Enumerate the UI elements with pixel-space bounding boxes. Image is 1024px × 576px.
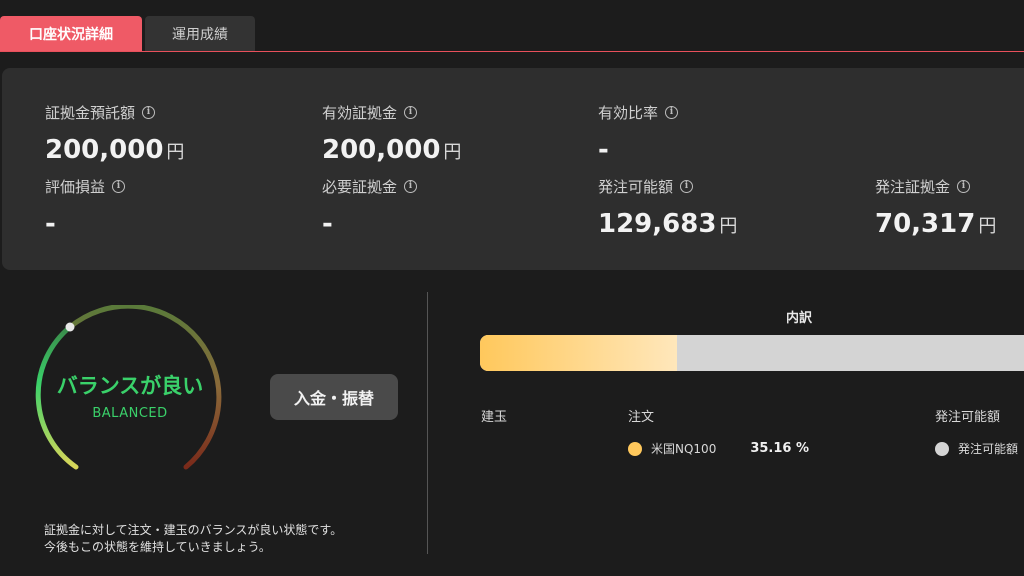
metric-label: 評価損益 [45,178,106,196]
legend-percent: 35.16 % [750,441,809,456]
balance-status-title: バランスが良い [56,374,204,398]
balance-status-message: 証拠金に対して注文・建玉のバランスが良い状態です。 今後もこの状態を維持していき… [44,522,342,556]
metric-required-margin: 必要証拠金 i - [322,176,418,239]
message-line: 今後もこの状態を維持していきましょう。 [44,540,271,554]
breakdown-col-order: 注文 [628,410,655,425]
legend-label: 米国NQ100 [651,442,717,456]
legend-dot [628,441,642,456]
metric-label: 必要証拠金 [322,178,398,196]
breakdown-title: 内訳 [786,311,813,326]
metric-value: 200,000 [322,135,441,165]
metric-unit: 円 [443,142,462,163]
metric-order-margin: 発注証拠金 i 70,317 円 [875,176,996,237]
legend-label: 発注可能額 [958,442,1019,456]
metric-margin-deposit: 証拠金預託額 i 200,000 円 [45,102,184,163]
info-icon[interactable]: i [112,180,126,193]
metric-available-order: 発注可能額 i 129,683 円 [598,176,737,237]
metric-effective-ratio: 有効比率 i - [598,102,679,165]
info-icon[interactable]: i [680,180,694,193]
legend-item-available: 発注可能額 [935,440,1024,457]
message-line: 証拠金に対して注文・建玉のバランスが良い状態です。 [44,523,343,537]
metric-value: - [45,209,56,239]
breakdown-bar [480,335,1024,371]
section-divider [427,292,428,554]
metric-label: 有効証拠金 [322,104,398,122]
metric-label: 有効比率 [598,104,659,122]
metric-unit: 円 [166,142,185,163]
metric-label: 発注証拠金 [875,178,951,196]
info-icon[interactable]: i [957,180,971,193]
balance-status-text: バランスが良い BALANCED [30,370,230,421]
info-icon[interactable]: i [665,106,679,119]
metric-value: 200,000 [45,135,164,165]
balance-status-subtitle: BALANCED [92,406,168,421]
metric-unit: 円 [719,216,738,237]
metric-label: 証拠金預託額 [45,104,136,122]
info-icon[interactable]: i [404,180,418,193]
tab-account-status[interactable]: 口座状況詳細 [0,16,142,51]
breakdown-col-available: 発注可能額 [935,410,1001,425]
info-icon[interactable]: i [404,106,418,119]
breakdown-col-position: 建玉 [481,410,508,425]
metric-unrealized-pl: 評価損益 i - [45,176,126,239]
account-summary-card: 証拠金預託額 i 200,000 円 有効証拠金 i 200,000 円 有効比率 i -… [2,68,1024,270]
metric-value: - [322,209,333,239]
tab-performance[interactable]: 運用成績 [145,16,255,51]
metric-value: 129,683 [598,209,717,239]
metric-value: 70,317 [875,209,976,239]
legend-dot [935,441,949,456]
legend-item-nq100: 米国NQ100 35.16 % [628,440,809,457]
gauge-indicator [65,322,75,332]
metric-unit: 円 [978,216,997,237]
metric-effective-margin: 有効証拠金 i 200,000 円 [322,102,461,163]
tab-bar: 口座状況詳細 運用成績 [0,16,1024,52]
deposit-transfer-button[interactable]: 入金・振替 [270,374,398,420]
breakdown-bar-order-fill [480,335,677,371]
metric-label: 発注可能額 [598,178,674,196]
info-icon[interactable]: i [142,106,156,119]
metric-value: - [598,135,609,165]
